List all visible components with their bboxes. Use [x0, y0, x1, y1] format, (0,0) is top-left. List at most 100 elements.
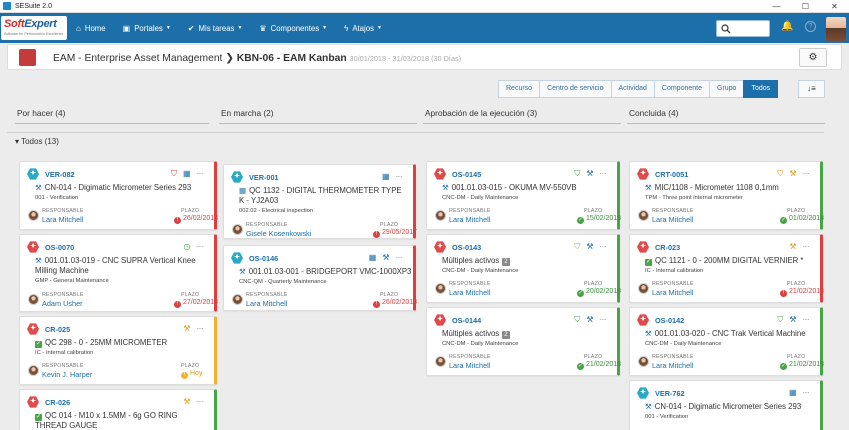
more-options-icon[interactable]: ··· — [197, 169, 204, 178]
kanban-card[interactable]: ✦ CRT-0051 ⛉⚒··· ⚒MIC/1108 - Micrometer … — [629, 161, 823, 230]
group-toggle[interactable]: ▾ Todos (13) — [15, 137, 59, 146]
more-options-icon[interactable]: ··· — [803, 169, 810, 178]
shield-icon[interactable]: ⛉ — [574, 242, 580, 251]
card-id[interactable]: OS-0070 — [45, 243, 74, 252]
kanban-card[interactable]: ✦ OS-0070 ◷··· ⚒001.01.03-019 - CNC SUPR… — [19, 234, 217, 312]
filter-recurso[interactable]: Recurso — [498, 80, 540, 98]
more-options-icon[interactable]: ··· — [600, 315, 607, 324]
card-id[interactable]: OS-0145 — [452, 170, 481, 179]
calendar-icon[interactable]: ▦ — [369, 253, 377, 262]
kanban-card[interactable]: ✦ VER-082 ⛉▦··· ⚒CN-014 - Digimatic Micr… — [19, 161, 217, 230]
shield-icon[interactable]: ⛉ — [171, 169, 177, 178]
kanban-card[interactable]: ✦ CR-025 ⚒··· ✓QC 298 - 0 - 25MM MICROME… — [19, 316, 217, 385]
responsible-name[interactable]: Lara Mitchell — [652, 215, 693, 224]
calendar-icon[interactable]: ▦ — [183, 169, 191, 178]
card-id[interactable]: CR-026 — [45, 398, 70, 407]
shield-icon[interactable]: ⛉ — [777, 315, 783, 324]
card-id[interactable]: OS-0143 — [452, 243, 481, 252]
card-id[interactable]: CR-023 — [655, 243, 680, 252]
shield-icon[interactable]: ⛉ — [574, 169, 580, 178]
more-options-icon[interactable]: ··· — [396, 172, 403, 181]
asset-icon: ⚒ — [35, 183, 42, 192]
card-id[interactable]: CRT-0051 — [655, 170, 688, 179]
card-actions: ◷ ··· — [184, 242, 203, 251]
card-description: ⚒001.01.03-015 - OKUMA MV-550VB — [442, 183, 606, 193]
close-icon[interactable]: ✕ — [820, 0, 849, 13]
deadline-date: ✓15/02/2018 — [577, 215, 621, 224]
clock-icon[interactable]: ◷ — [184, 242, 191, 251]
sort-button[interactable]: ↓≡ — [798, 80, 825, 98]
card-id[interactable]: OS-0144 — [452, 316, 481, 325]
wrench-icon[interactable]: ⚒ — [586, 169, 593, 178]
shield-icon[interactable]: ⛉ — [777, 169, 783, 178]
more-options-icon[interactable]: ··· — [197, 242, 204, 251]
kanban-card[interactable]: ✦ CR-026 ⚒··· ✓QC 014 - M10 x 1.5MM - 6g… — [19, 389, 217, 430]
responsible-name[interactable]: Lara Mitchell — [246, 299, 287, 308]
kanban-card[interactable]: ✦ VER-001 ▦··· ▦QC 1132 - DIGITAL THERMO… — [223, 164, 416, 239]
settings-button[interactable]: ⚙ — [799, 48, 827, 67]
card-id[interactable]: VER-082 — [45, 170, 75, 179]
responsible-name[interactable]: Adam Usher — [42, 299, 83, 308]
user-avatar[interactable] — [826, 17, 846, 41]
responsible-name[interactable]: Lara Mitchell — [449, 215, 490, 224]
more-options-icon[interactable]: ··· — [396, 253, 403, 262]
responsible-name[interactable]: Lara Mitchell — [42, 215, 83, 224]
calendar-icon[interactable]: ▦ — [382, 172, 390, 181]
search-input[interactable] — [716, 20, 770, 37]
kanban-card[interactable]: ✦ CR-023 ⚒··· ✓QC 1121 - 0 - 200MM DIGIT… — [629, 234, 823, 303]
nav-portales[interactable]: ▣Portales▼ — [123, 24, 171, 33]
minimize-icon[interactable]: — — [762, 0, 791, 13]
wrench-icon[interactable]: ⚒ — [586, 242, 593, 251]
card-id[interactable]: OS-0146 — [249, 254, 278, 263]
nav-mis-tareas[interactable]: ✔Mis tareas▼ — [188, 24, 243, 33]
more-options-icon[interactable]: ··· — [197, 397, 204, 406]
avatar — [638, 283, 649, 294]
notification-bell-icon[interactable]: 🔔 — [781, 21, 793, 32]
kanban-card[interactable]: ✦ OS-0143 ⛉⚒··· Múltiples activos2CNC-DM… — [426, 234, 620, 303]
more-options-icon[interactable]: ··· — [600, 242, 607, 251]
more-options-icon[interactable]: ··· — [197, 324, 204, 333]
kanban-card[interactable]: ✦ OS-0144 ⛉⚒··· Múltiples activos2CNC-DM… — [426, 307, 620, 376]
maximize-icon[interactable]: ☐ — [791, 0, 820, 13]
card-id[interactable]: OS-0142 — [655, 316, 684, 325]
nav-home[interactable]: ⌂Home — [76, 24, 106, 33]
nav-componentes[interactable]: ♛Componentes▼ — [259, 24, 327, 33]
kanban-card[interactable]: ✦ OS-0142 ⛉⚒··· ⚒001.01.03-020 - CNC Tra… — [629, 307, 823, 376]
more-options-icon[interactable]: ··· — [600, 169, 607, 178]
wrench-icon[interactable]: ⚒ — [789, 169, 796, 178]
more-options-icon[interactable]: ··· — [803, 242, 810, 251]
kanban-card[interactable]: ✦ VER-762 ▦··· ⚒CN-014 - Digimatic Micro… — [629, 380, 823, 430]
wrench-icon[interactable]: ⚒ — [586, 315, 593, 324]
responsible-name[interactable]: Gisele Kosenkowski — [246, 229, 311, 238]
shield-icon[interactable]: ⛉ — [574, 315, 580, 324]
card-id[interactable]: VER-001 — [249, 173, 279, 182]
deadline-value: 21/02/2018 — [586, 361, 621, 368]
wrench-icon[interactable]: ⚒ — [789, 315, 796, 324]
nav-atajos[interactable]: ϟAtajos▼ — [344, 24, 382, 33]
responsible-name[interactable]: Lara Mitchell — [449, 288, 490, 297]
wrench-icon[interactable]: ⚒ — [183, 324, 190, 333]
wrench-icon[interactable]: ⚒ — [382, 253, 389, 262]
card-id[interactable]: VER-762 — [655, 389, 685, 398]
filter-actividad[interactable]: Actividad — [611, 80, 655, 98]
filter-todos[interactable]: Todos — [743, 80, 778, 98]
help-icon[interactable]: ? — [805, 21, 816, 32]
kanban-card[interactable]: ✦ OS-0145 ⛉⚒··· ⚒001.01.03-015 - OKUMA M… — [426, 161, 620, 230]
responsible-name[interactable]: Lara Mitchell — [449, 361, 490, 370]
wrench-icon[interactable]: ⚒ — [789, 242, 796, 251]
calendar-icon[interactable]: ▦ — [789, 388, 797, 397]
status-dot-icon: ! — [181, 372, 188, 379]
more-options-icon[interactable]: ··· — [803, 388, 810, 397]
wrench-icon[interactable]: ⚒ — [183, 397, 190, 406]
kanban-card[interactable]: ✦ OS-0146 ▦⚒··· ⚒001.01.03-001 - BRIDGEP… — [223, 245, 416, 311]
responsible-name[interactable]: Kevin J. Harper — [42, 370, 92, 379]
softexpert-logo[interactable]: SoftExpert Software for Performance Exce… — [1, 16, 67, 40]
filter-centro-de-servicio[interactable]: Centro de servicio — [539, 80, 611, 98]
responsible-name[interactable]: Lara Mitchell — [652, 361, 693, 370]
filter-componente[interactable]: Componente — [654, 80, 710, 98]
card-id[interactable]: CR-025 — [45, 325, 70, 334]
filter-grupo[interactable]: Grupo — [709, 80, 744, 98]
responsible-name[interactable]: Lara Mitchell — [652, 288, 693, 297]
responsible-label: RESPONSABLE — [42, 208, 84, 214]
more-options-icon[interactable]: ··· — [803, 315, 810, 324]
